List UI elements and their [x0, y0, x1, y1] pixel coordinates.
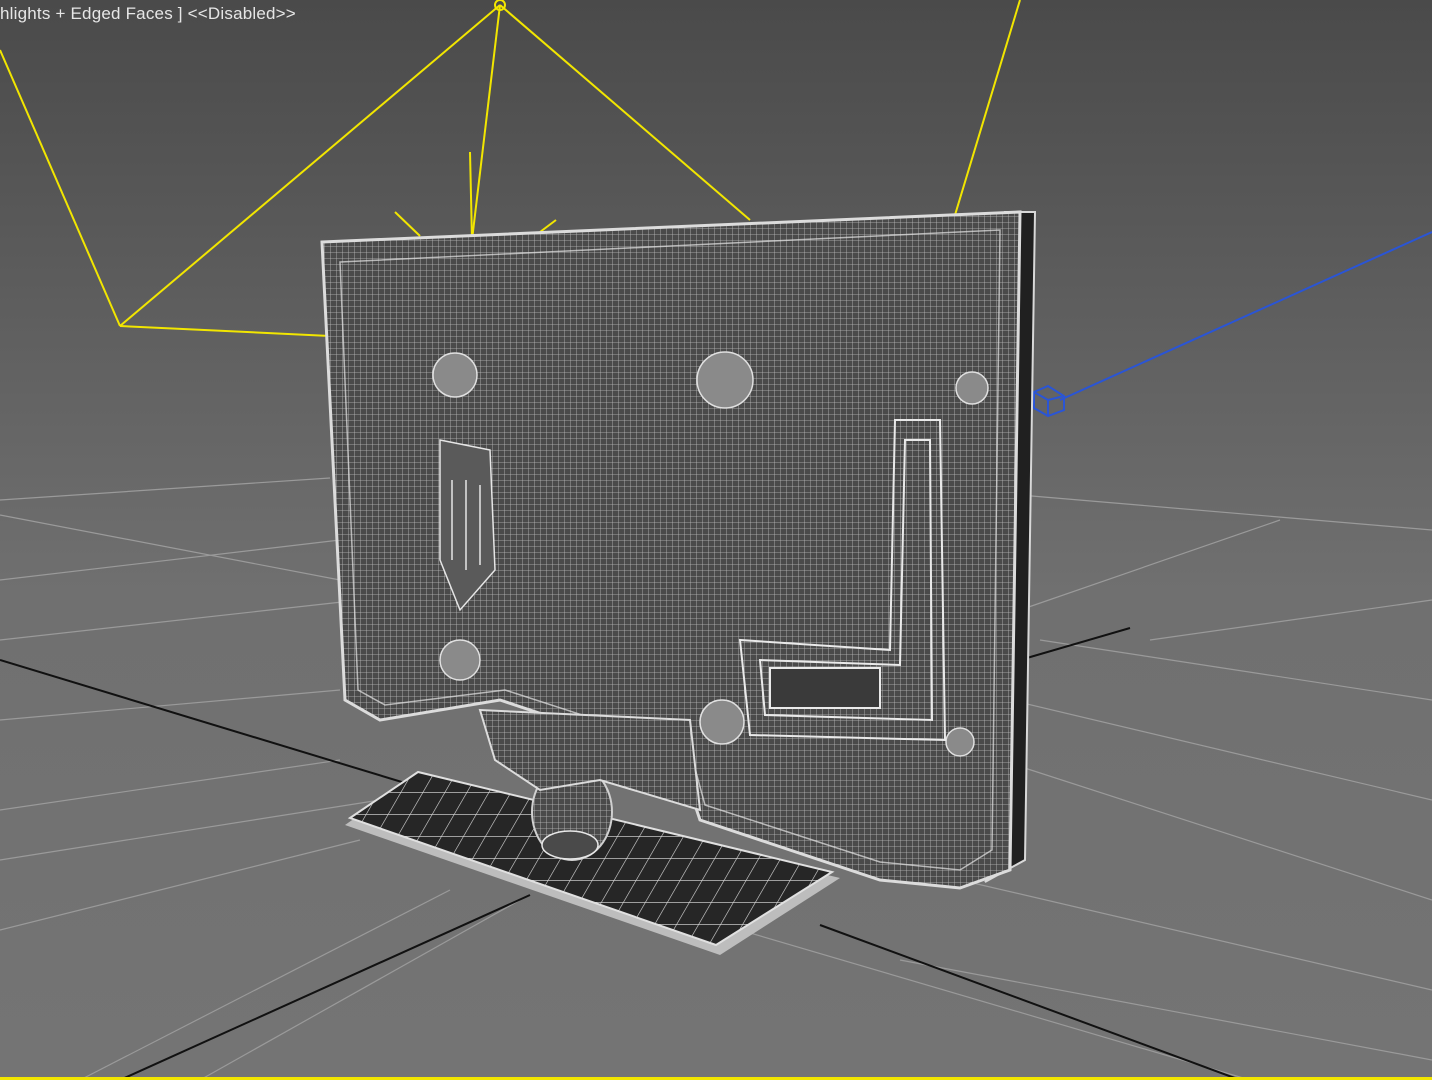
scene-canvas[interactable]: [0, 0, 1432, 1080]
viewport-label[interactable]: hlights + Edged Faces ] <<Disabled>>: [0, 4, 296, 24]
perspective-viewport[interactable]: hlights + Edged Faces ] <<Disabled>>: [0, 0, 1432, 1080]
camera-target-gizmo[interactable]: [1033, 231, 1432, 418]
